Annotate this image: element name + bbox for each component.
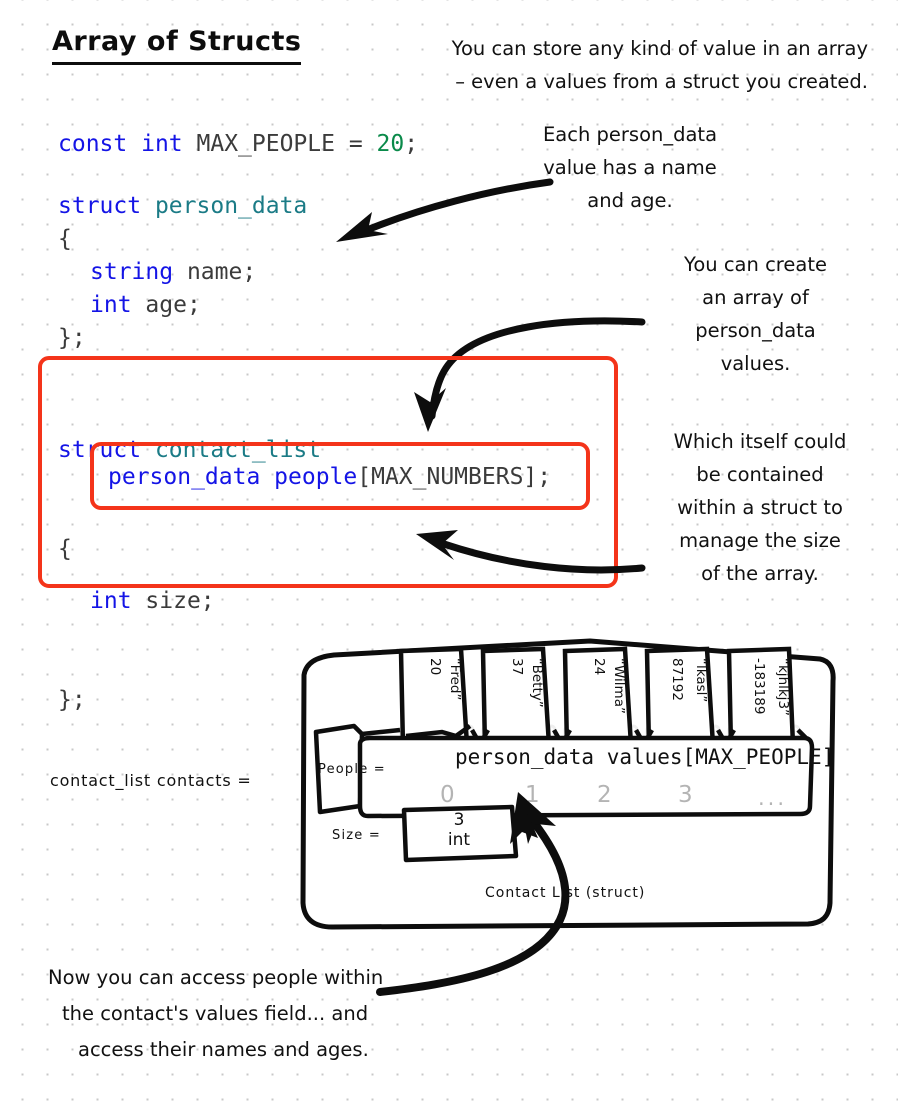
- bottom-note-line-2: the contact's values field... and: [62, 1002, 369, 1025]
- sp1: [127, 131, 141, 157]
- semicolon-1: ;: [404, 131, 419, 157]
- card-4-age: -183189: [751, 658, 767, 715]
- member-people-type: person_data people: [108, 464, 358, 490]
- array-ellipsis: ...: [758, 786, 788, 810]
- code-max-people: const int MAX_PEOPLE = 20;: [58, 128, 418, 161]
- member-people-array: [MAX_NUMBERS];: [357, 464, 552, 490]
- intro-note-line-2: – even a values from a struct you create…: [455, 70, 868, 93]
- array-title: person_data values[MAX_PEOPLE]: [455, 745, 835, 769]
- keyword-int-3: int: [90, 588, 132, 614]
- array-note-line-1: You can create: [684, 253, 827, 276]
- bottom-note-line-3: access their names and ages.: [78, 1038, 369, 1061]
- card-3-age: 87192: [669, 658, 685, 701]
- struct-note-line-3: within a struct to: [677, 496, 843, 519]
- struct-note-line-1: Which itself could: [673, 430, 847, 453]
- struct-note-line-2: be contained: [696, 463, 824, 486]
- array-note-line-3: person_data: [695, 319, 816, 342]
- member-size: size;: [145, 588, 215, 614]
- struct-note-line-4: manage the size: [679, 529, 841, 552]
- keyword-string: string: [90, 259, 174, 285]
- array-note-line-4: values.: [720, 352, 791, 375]
- arrow-to-person-data: [336, 178, 554, 242]
- member-age: age;: [145, 292, 201, 318]
- keyword-int: int: [141, 131, 183, 157]
- variable-declaration-label: contact_list contacts =: [50, 771, 252, 790]
- intro-note: You can store any kind of value in an ar…: [328, 32, 868, 98]
- card-2-age: 24: [591, 658, 607, 676]
- card-2-name: “Wilma”: [611, 658, 627, 714]
- keyword-struct-1: struct: [58, 193, 142, 219]
- keyword-const: const: [58, 131, 128, 157]
- arrow-to-size-member: [416, 530, 646, 574]
- card-3-name: “lkasl”: [693, 658, 709, 703]
- code-person-data-struct: struct person_data{string name; int age;}…: [58, 190, 307, 355]
- array-note-line-2: an array of: [702, 286, 809, 309]
- literal-20: 20: [376, 131, 405, 157]
- identifier-max-people: MAX_PEOPLE =: [182, 131, 377, 157]
- member-name: name;: [186, 259, 257, 285]
- type-person-data: person_data: [154, 193, 308, 219]
- person-data-line-4: int age;: [58, 289, 307, 322]
- card-1-name: “Betty”: [529, 658, 545, 708]
- card-0-name: “Fred”: [447, 658, 463, 701]
- card-1-age: 37: [509, 658, 525, 676]
- contact-list-diagram: “Fred” 20 “Betty” 37 “Wilma” 24 “lkasl” …: [0, 620, 898, 996]
- person-data-line-3: string name;: [58, 256, 307, 289]
- code-people-member: person_data people[MAX_NUMBERS];: [108, 461, 551, 494]
- keyword-int-2: int: [90, 292, 132, 318]
- person-data-note-line-1: Each person_data: [542, 123, 718, 146]
- bottom-note-line-1: Now you can access people within: [48, 966, 384, 989]
- struct-note: Which itself could be contained within a…: [640, 425, 880, 590]
- struct-note-line-5: of the array.: [701, 562, 819, 585]
- card-0-age: 20: [427, 658, 443, 676]
- person-data-line-1: struct person_data: [58, 190, 307, 223]
- intro-note-line-1: You can store any kind of value in an ar…: [451, 37, 868, 60]
- bottom-note: Now you can access people within the con…: [48, 960, 518, 1068]
- array-note: You can create an array of person_data v…: [648, 248, 863, 380]
- array-index-3: 3: [678, 782, 693, 808]
- person-data-open-brace: {: [58, 226, 72, 252]
- contact-list-line-4: int size;: [58, 585, 215, 618]
- page-title: Array of Structs: [52, 26, 302, 65]
- person-data-close-brace: };: [58, 325, 86, 351]
